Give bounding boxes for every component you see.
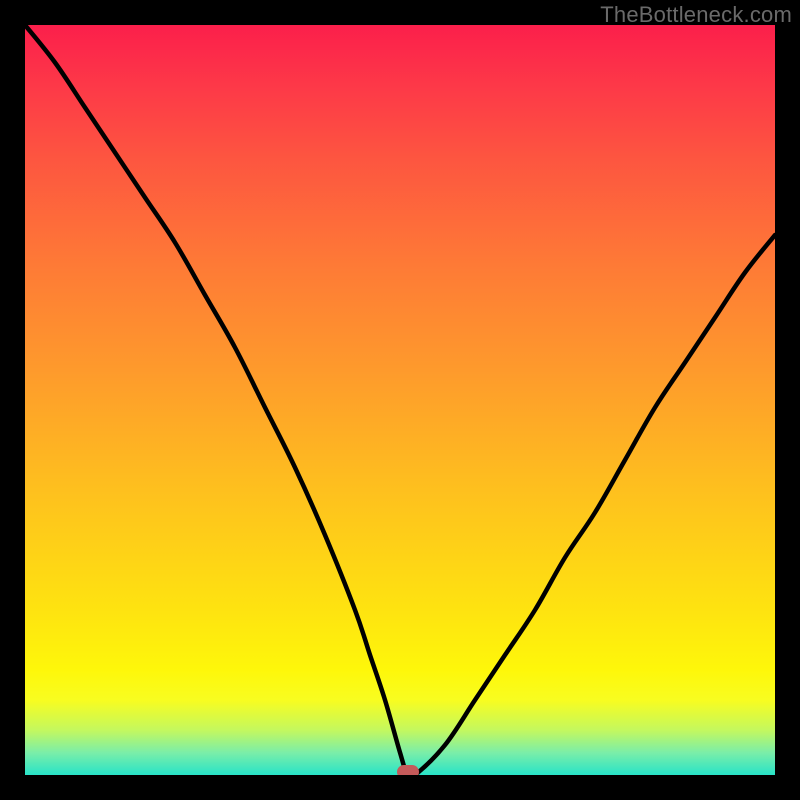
chart-frame: TheBottleneck.com [0, 0, 800, 800]
watermark-text: TheBottleneck.com [600, 2, 792, 28]
bottleneck-curve [25, 25, 775, 775]
trough-marker [397, 765, 419, 775]
plot-area [25, 25, 775, 775]
